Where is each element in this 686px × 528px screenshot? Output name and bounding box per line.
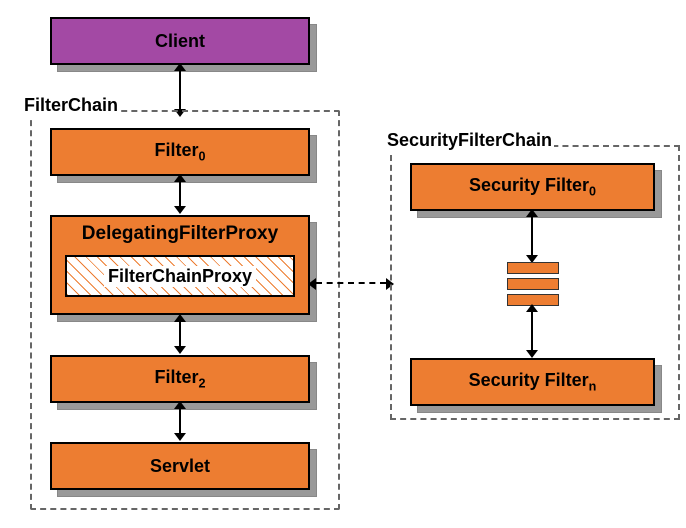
filterchain-label: FilterChain xyxy=(22,95,120,116)
stack-bar xyxy=(507,262,559,274)
arrow-dfp-filter2 xyxy=(179,322,181,346)
sfn-label: Security Filtern xyxy=(469,370,597,394)
arrow-fcp-sfc xyxy=(316,282,386,284)
filter0-box: Filter0 xyxy=(50,128,310,176)
sf0-label: Security Filter0 xyxy=(469,175,596,199)
arrow-sf0-stack xyxy=(531,217,533,255)
filter0-label: Filter0 xyxy=(154,140,205,164)
client-box: Client xyxy=(50,17,310,65)
arrow-filter2-servlet xyxy=(179,409,181,433)
client-label: Client xyxy=(155,31,205,52)
arrow-filter0-dfp xyxy=(179,182,181,206)
delegating-filter-proxy-box: DelegatingFilterProxy FilterChainProxy xyxy=(50,215,310,315)
filter-stack-icon xyxy=(507,262,559,306)
servlet-box: Servlet xyxy=(50,442,310,490)
dfp-label: DelegatingFilterProxy xyxy=(82,223,278,245)
security-filterchain-label: SecurityFilterChain xyxy=(385,130,554,151)
arrow-client-filter0 xyxy=(179,71,181,109)
servlet-label: Servlet xyxy=(150,456,210,477)
stack-bar xyxy=(507,278,559,290)
filter2-label: Filter2 xyxy=(154,367,205,391)
filter-chain-proxy-box: FilterChainProxy xyxy=(65,255,295,297)
filter2-box: Filter2 xyxy=(50,355,310,403)
arrow-stack-sfn xyxy=(531,312,533,350)
security-filter0-box: Security Filter0 xyxy=(410,163,655,211)
fcp-label: FilterChainProxy xyxy=(104,266,256,287)
architecture-diagram: Client FilterChain Filter0 DelegatingFil… xyxy=(10,10,686,518)
security-filtern-box: Security Filtern xyxy=(410,358,655,406)
